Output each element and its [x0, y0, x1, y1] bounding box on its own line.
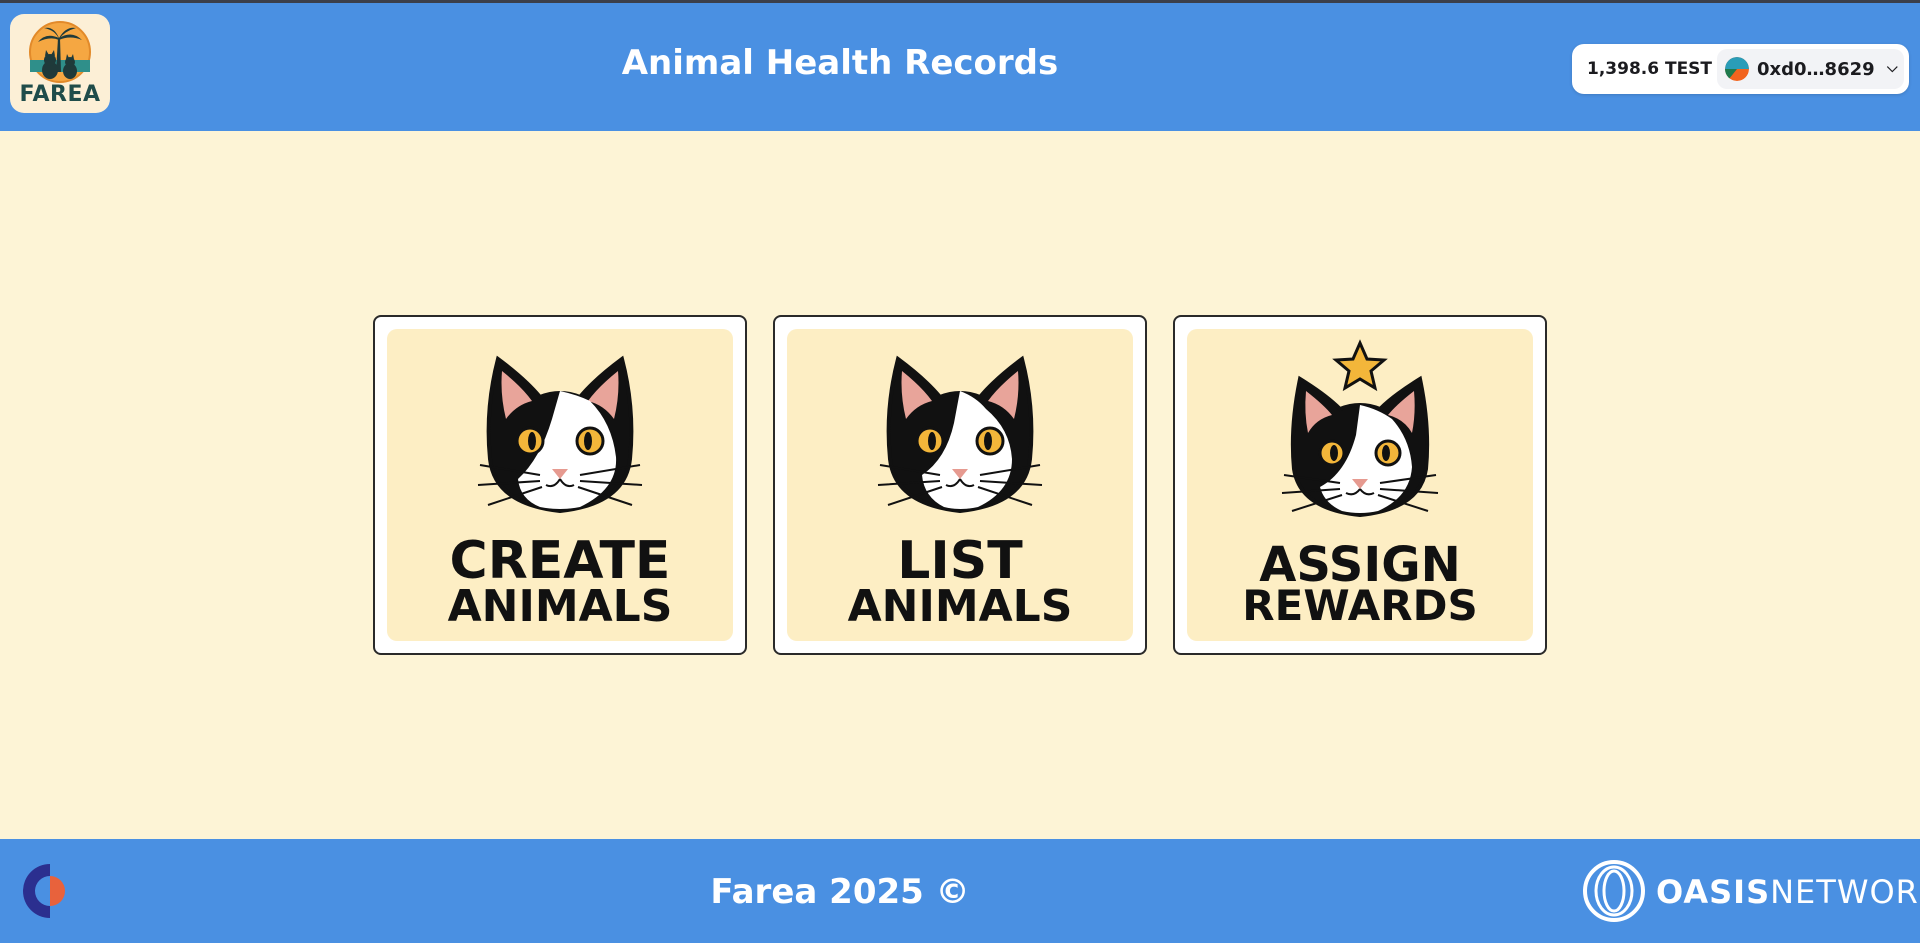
oasis-brand: OASIS [1656, 873, 1771, 911]
create-animals-card[interactable]: CREATE ANIMALS [373, 315, 747, 655]
chevron-down-icon: ⌵ [1887, 60, 1898, 76]
app-footer: Farea 2025 © OASISNETWORK [0, 839, 1920, 943]
account-address: 0xd0…8629 [1757, 59, 1875, 80]
assign-rewards-card[interactable]: ASSIGN REWARDS [1173, 315, 1547, 655]
oasis-suffix: NETWORK [1770, 873, 1920, 911]
card-image: ASSIGN REWARDS [1187, 329, 1533, 641]
card-image: LIST ANIMALS [787, 329, 1133, 641]
app-header: FAREA Animal Health Records 1,398.6 TEST… [0, 3, 1920, 131]
main-content: CREATE ANIMALS LIST ANIMALS ASSIGN REWAR… [0, 131, 1920, 839]
cat-star-icon [1281, 339, 1439, 518]
farea-logo[interactable]: FAREA [10, 14, 110, 113]
logo-text: FAREA [19, 82, 101, 107]
cat-icon [477, 355, 643, 514]
cat-icon [877, 355, 1043, 514]
list-animals-card[interactable]: LIST ANIMALS [773, 315, 1147, 655]
card-title-line1: CREATE [449, 531, 671, 591]
oasis-logo-icon[interactable] [1582, 859, 1646, 923]
card-title-line2: ANIMALS [447, 581, 673, 632]
card-title-line1: LIST [897, 531, 1023, 591]
card-title-line2: ANIMALS [847, 581, 1073, 632]
footer-copyright: Farea 2025 © [710, 872, 970, 912]
account-button[interactable]: 0xd0…8629 ⌵ [1717, 49, 1904, 89]
oasis-network-wordmark[interactable]: OASISNETWORK [1656, 873, 1920, 911]
wallet-balance: 1,398.6 TEST [1587, 59, 1713, 79]
wallet-widget: 1,398.6 TEST 0xd0…8629 ⌵ [1572, 44, 1909, 94]
account-avatar-icon [1725, 57, 1749, 81]
card-image: CREATE ANIMALS [387, 329, 733, 641]
brand-half-circle-icon[interactable] [22, 862, 68, 920]
page-title: Animal Health Records [621, 43, 1059, 83]
card-title-line2: REWARDS [1242, 581, 1478, 630]
